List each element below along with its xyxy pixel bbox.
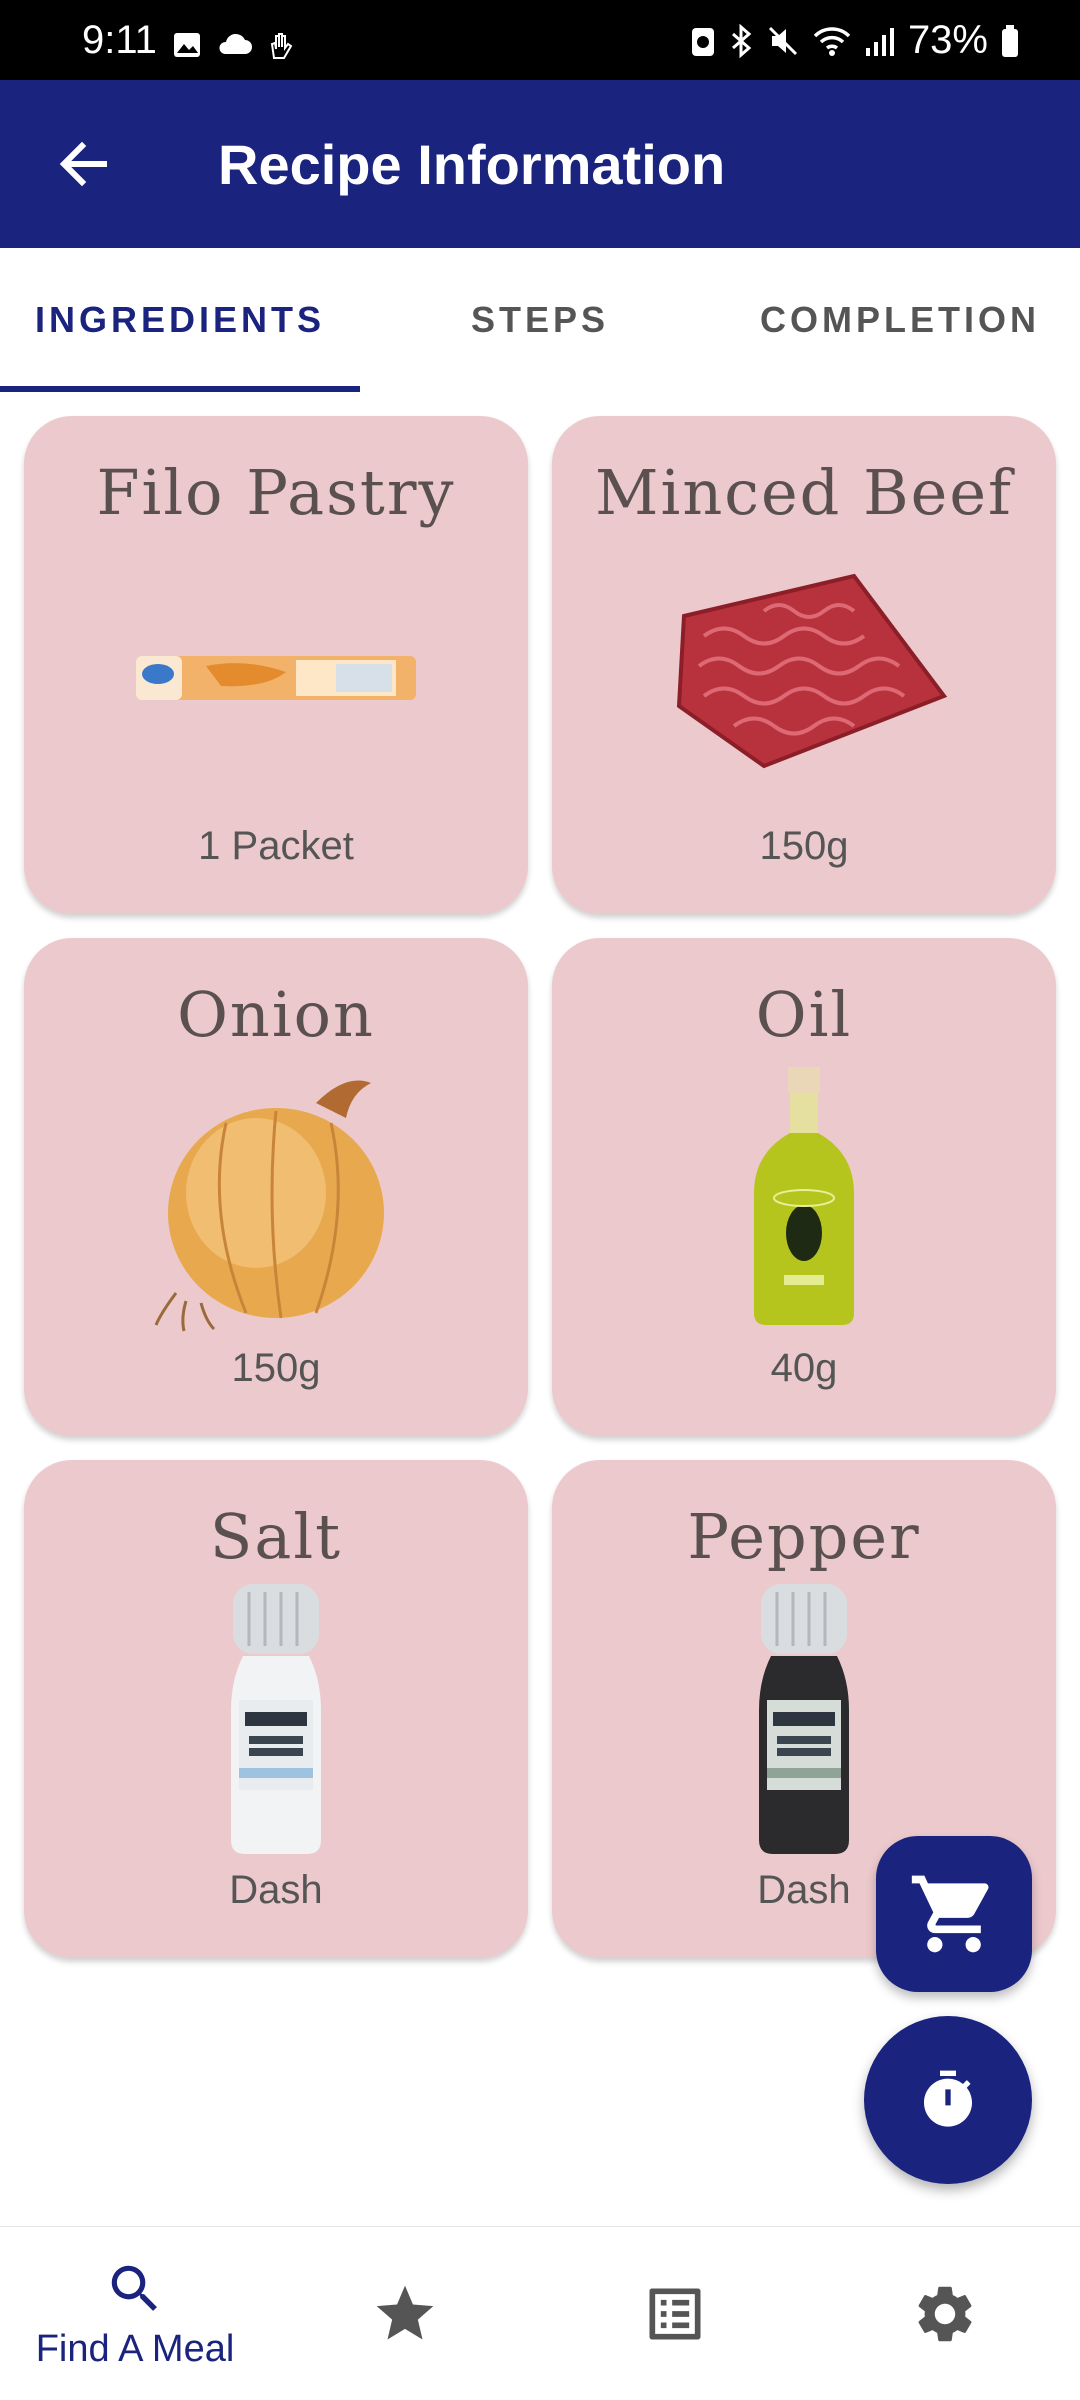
- timer-icon: [924, 2070, 972, 2127]
- salt-grinder-image: [24, 1584, 528, 1854]
- page-title: Recipe Information: [218, 133, 726, 196]
- cloud-icon: [219, 33, 252, 54]
- back-button[interactable]: [52, 132, 116, 196]
- nav-settings[interactable]: [810, 2227, 1080, 2400]
- ingredient-quantity: Dash: [229, 1868, 323, 1912]
- ingredient-name: Filo Pastry: [96, 456, 456, 529]
- app-bar: Recipe Information: [0, 80, 1080, 248]
- arrow-back-icon: [59, 141, 107, 187]
- nav-list[interactable]: [540, 2227, 810, 2400]
- onion-image: [24, 1068, 528, 1332]
- signal-icon: [865, 27, 894, 56]
- status-right-icons: 73%: [690, 18, 1020, 63]
- ingredient-quantity: 40g: [770, 1346, 838, 1390]
- battery-icon: [1002, 24, 1018, 57]
- search-icon: [111, 2265, 157, 2311]
- cart-button[interactable]: [876, 1836, 1032, 1992]
- ingredient-card-minced-beef[interactable]: Minced Beef 150g: [552, 416, 1056, 914]
- ingredient-name: Pepper: [687, 1500, 921, 1573]
- bluetooth-icon: [731, 23, 752, 58]
- ingredient-quantity: 150g: [759, 824, 849, 868]
- hand-icon: [270, 33, 293, 59]
- tab-bar: INGREDIENTS STEPS COMPLETION: [0, 248, 1080, 392]
- bottom-navigation: Find A Meal: [0, 2226, 1080, 2400]
- ingredient-name: Salt: [209, 1500, 343, 1573]
- ingredient-card-oil[interactable]: Oil 40g: [552, 938, 1056, 1436]
- ingredient-name: Onion: [177, 978, 375, 1051]
- nav-label: Find A Meal: [35, 2327, 235, 2370]
- nav-favourites[interactable]: [270, 2227, 540, 2400]
- wifi-icon: [813, 26, 851, 56]
- ingredient-name: Oil: [755, 978, 853, 1051]
- ingredient-card-onion[interactable]: Onion 150g: [24, 938, 528, 1436]
- gallery-icon: [174, 33, 200, 57]
- pepper-grinder-image: [552, 1584, 1056, 1854]
- minced-beef-image: [552, 546, 1056, 806]
- ingredient-card-salt[interactable]: Salt Dash: [24, 1460, 528, 1958]
- tab-completion[interactable]: COMPLETION: [720, 248, 1080, 392]
- status-time: 9:11: [82, 18, 157, 62]
- status-left-icons: [172, 30, 296, 60]
- ingredient-name: Minced Beef: [595, 456, 1013, 529]
- gear-icon: [918, 2286, 972, 2342]
- ingredient-card-filo-pastry[interactable]: Filo Pastry 1 Packet: [24, 416, 528, 914]
- star-icon: [376, 2285, 434, 2340]
- tab-steps[interactable]: STEPS: [360, 248, 720, 392]
- timer-button[interactable]: [864, 2016, 1032, 2184]
- filo-pastry-image: [24, 546, 528, 806]
- ingredient-quantity: 1 Packet: [198, 824, 354, 868]
- nav-find-a-meal[interactable]: Find A Meal: [0, 2227, 270, 2400]
- nfc-icon: [691, 27, 714, 56]
- mute-icon: [768, 26, 797, 55]
- olive-oil-image: [552, 1067, 1056, 1328]
- ingredient-quantity: 150g: [231, 1346, 321, 1390]
- battery-percent: 73%: [907, 18, 988, 62]
- tab-ingredients[interactable]: INGREDIENTS: [0, 248, 360, 392]
- ingredients-grid: Filo Pastry 1 Packet Minced Beef 150g On…: [24, 416, 1056, 1958]
- status-bar: 9:11 73%: [0, 0, 1080, 80]
- cart-icon: [911, 1875, 989, 1953]
- list-icon: [649, 2288, 701, 2340]
